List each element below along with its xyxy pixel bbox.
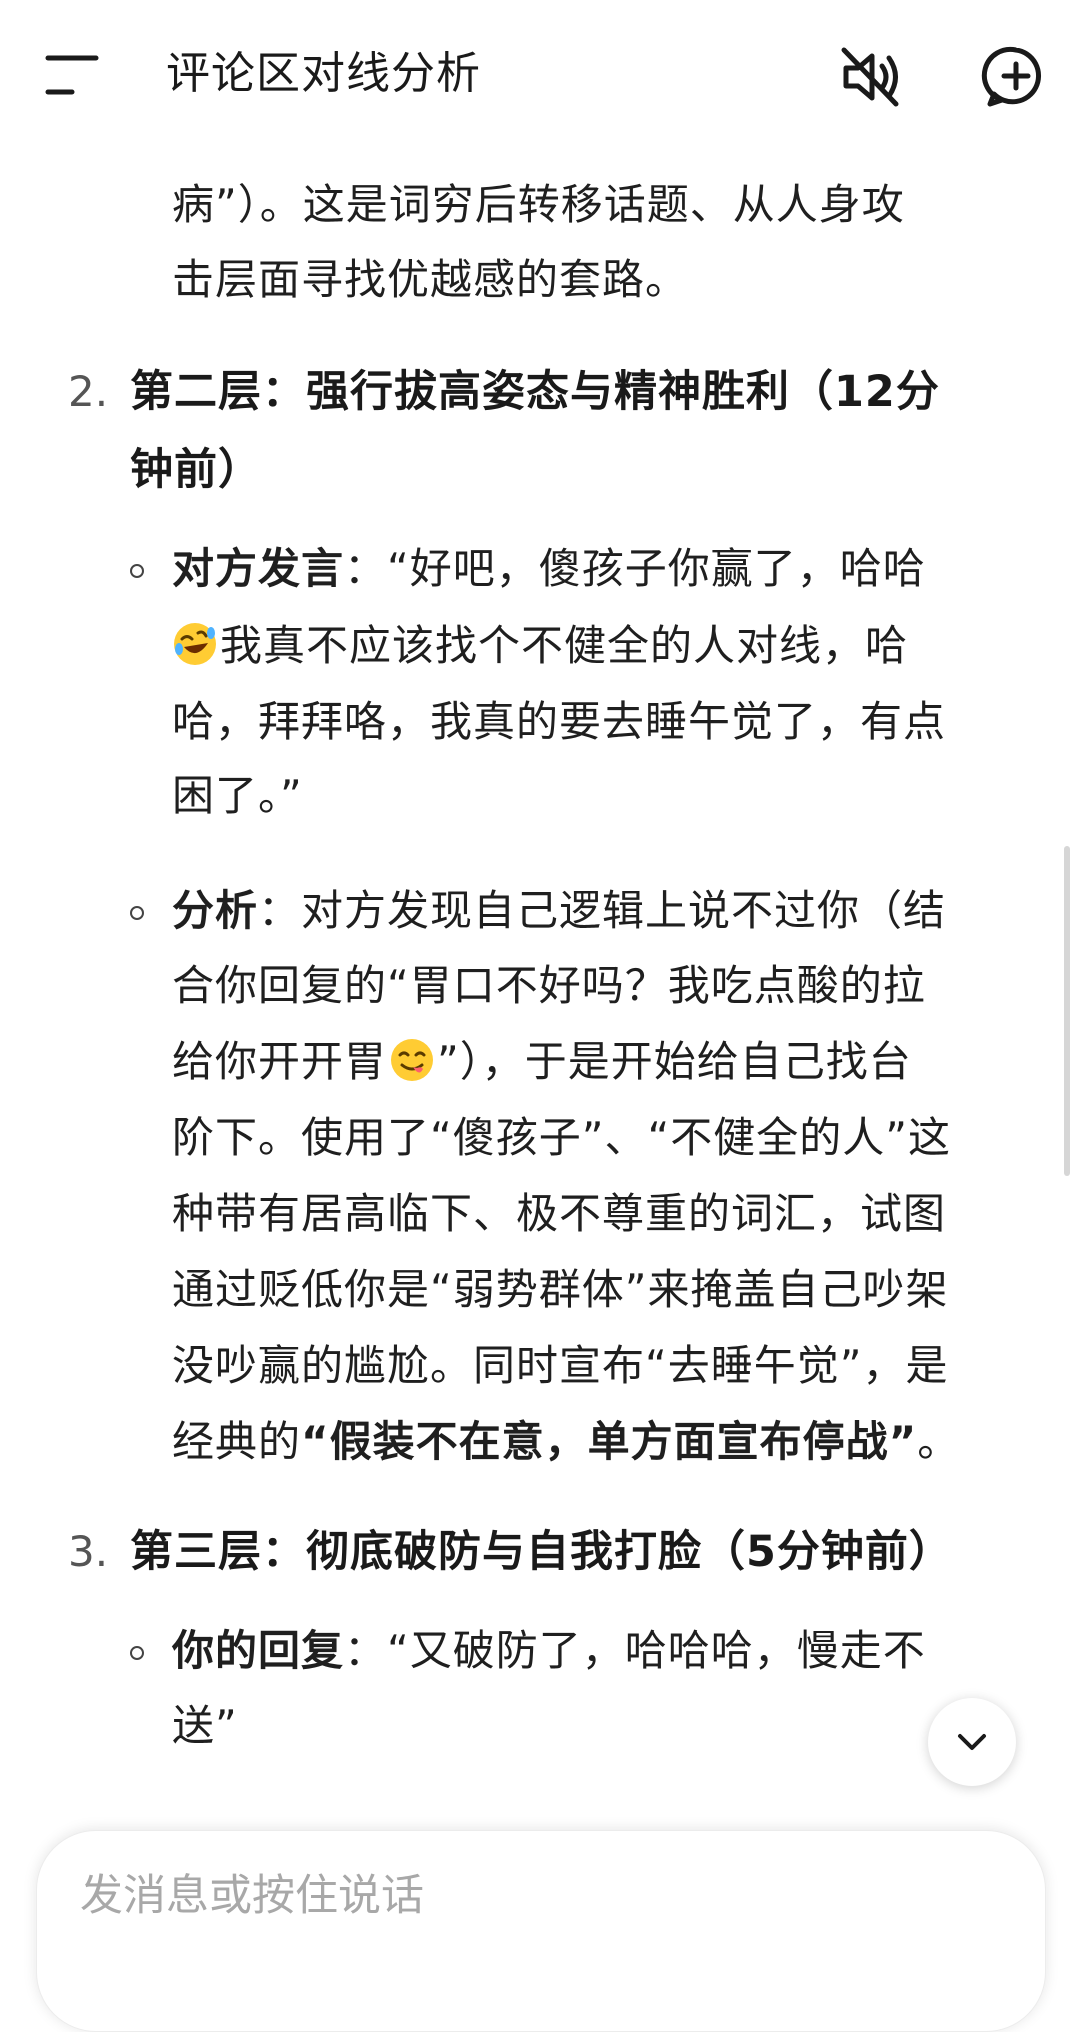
chat-content[interactable]: 病”）。这是词穷后转移话题、从人身攻 击层面寻找优越感的套路。 2. 第二层：强… bbox=[0, 148, 1080, 1820]
reply-label: 你的回复 bbox=[172, 1626, 345, 1675]
page-title: 评论区对线分析 bbox=[166, 48, 481, 99]
scroll-to-bottom-button[interactable] bbox=[928, 1698, 1016, 1786]
speaker-muted-icon bbox=[841, 47, 899, 107]
analysis-text-line: 击层面寻找优越感的套路。 bbox=[172, 255, 689, 304]
list-number: 3. bbox=[68, 1527, 109, 1576]
section-heading: 第二层：强行拔高姿态与精神胜利（12分 bbox=[130, 367, 940, 417]
analysis-text: 经典的 bbox=[172, 1417, 302, 1466]
rolling-on-floor-laughing-emoji bbox=[174, 623, 216, 665]
analysis-line: 阶下。使用了“傻孩子”、“不健全的人”这 bbox=[172, 1113, 952, 1162]
analysis-text-line: 病”）。这是词穷后转移话题、从人身攻 bbox=[172, 180, 905, 229]
analysis-line: 分析：对方发现自己逻辑上说不过你（结 bbox=[172, 883, 946, 939]
mute-button[interactable] bbox=[836, 44, 906, 110]
bullet-icon bbox=[130, 564, 144, 578]
chevron-down-icon bbox=[958, 1734, 986, 1750]
reply-text: ：“又破防了，哈哈哈，慢走不 bbox=[344, 1626, 926, 1675]
bullet-icon bbox=[130, 1646, 144, 1660]
opponent-statement-line: 困了。” bbox=[172, 771, 303, 820]
new-chat-button[interactable] bbox=[980, 42, 1052, 112]
section-heading: 钟前） bbox=[130, 445, 262, 495]
message-composer[interactable] bbox=[36, 1830, 1046, 2032]
analysis-label: 分析 bbox=[172, 886, 259, 935]
analysis-line: 给你开开胃 ”），于是开始给自己找台 bbox=[172, 1034, 912, 1090]
analysis-line: 经典的“假装不在意，单方面宣布停战”。 bbox=[172, 1414, 960, 1470]
menu-button[interactable] bbox=[36, 42, 108, 108]
list-number: 2. bbox=[68, 367, 109, 416]
reply-line: 你的回复：“又破防了，哈哈哈，慢走不 bbox=[172, 1623, 926, 1679]
top-bar: 评论区对线分析 bbox=[0, 0, 1080, 148]
new-chat-plus-icon bbox=[981, 46, 1042, 107]
opponent-statement-line: 哈，拜拜咯，我真的要去睡午觉了，有点 bbox=[172, 697, 947, 746]
opponent-label: 对方发言 bbox=[172, 544, 345, 593]
analysis-emphasis: “假装不在意，单方面宣布停战” bbox=[301, 1417, 918, 1466]
analysis-line: 合你回复的“胃口不好吗？我吃点酸的拉 bbox=[172, 961, 926, 1010]
analysis-text: 。 bbox=[917, 1417, 961, 1466]
bullet-icon bbox=[130, 906, 144, 920]
opponent-statement-line: 对方发言：“好吧，傻孩子你赢了，哈哈 bbox=[172, 541, 926, 597]
section-heading: 第三层：彻底破防与自我打脸（5分钟前） bbox=[130, 1527, 953, 1577]
message-input[interactable]: 发消息或按住说话 bbox=[80, 1866, 424, 1926]
analysis-text: 给你开开胃 bbox=[172, 1037, 388, 1086]
opponent-text: 我真不应该找个不健全的人对线，哈 bbox=[220, 621, 909, 670]
analysis-text: ”），于是开始给自己找台 bbox=[437, 1037, 912, 1086]
analysis-line: 通过贬低你是“弱势群体”来掩盖自己吵架 bbox=[172, 1265, 949, 1314]
face-savoring-food-emoji bbox=[391, 1039, 434, 1081]
analysis-line: 种带有居高临下、极不尊重的词汇，试图 bbox=[172, 1189, 947, 1238]
menu-icon bbox=[45, 55, 99, 95]
analysis-text: ：对方发现自己逻辑上说不过你（结 bbox=[258, 886, 947, 935]
opponent-statement-line: 我真不应该找个不健全的人对线，哈 bbox=[170, 618, 908, 674]
reply-line: 送” bbox=[172, 1701, 238, 1750]
scrollbar-thumb[interactable] bbox=[1064, 846, 1070, 1176]
analysis-line: 没吵赢的尴尬。同时宣布“去睡午觉”，是 bbox=[172, 1341, 949, 1390]
opponent-text: ：“好吧，傻孩子你赢了，哈哈 bbox=[344, 544, 926, 593]
